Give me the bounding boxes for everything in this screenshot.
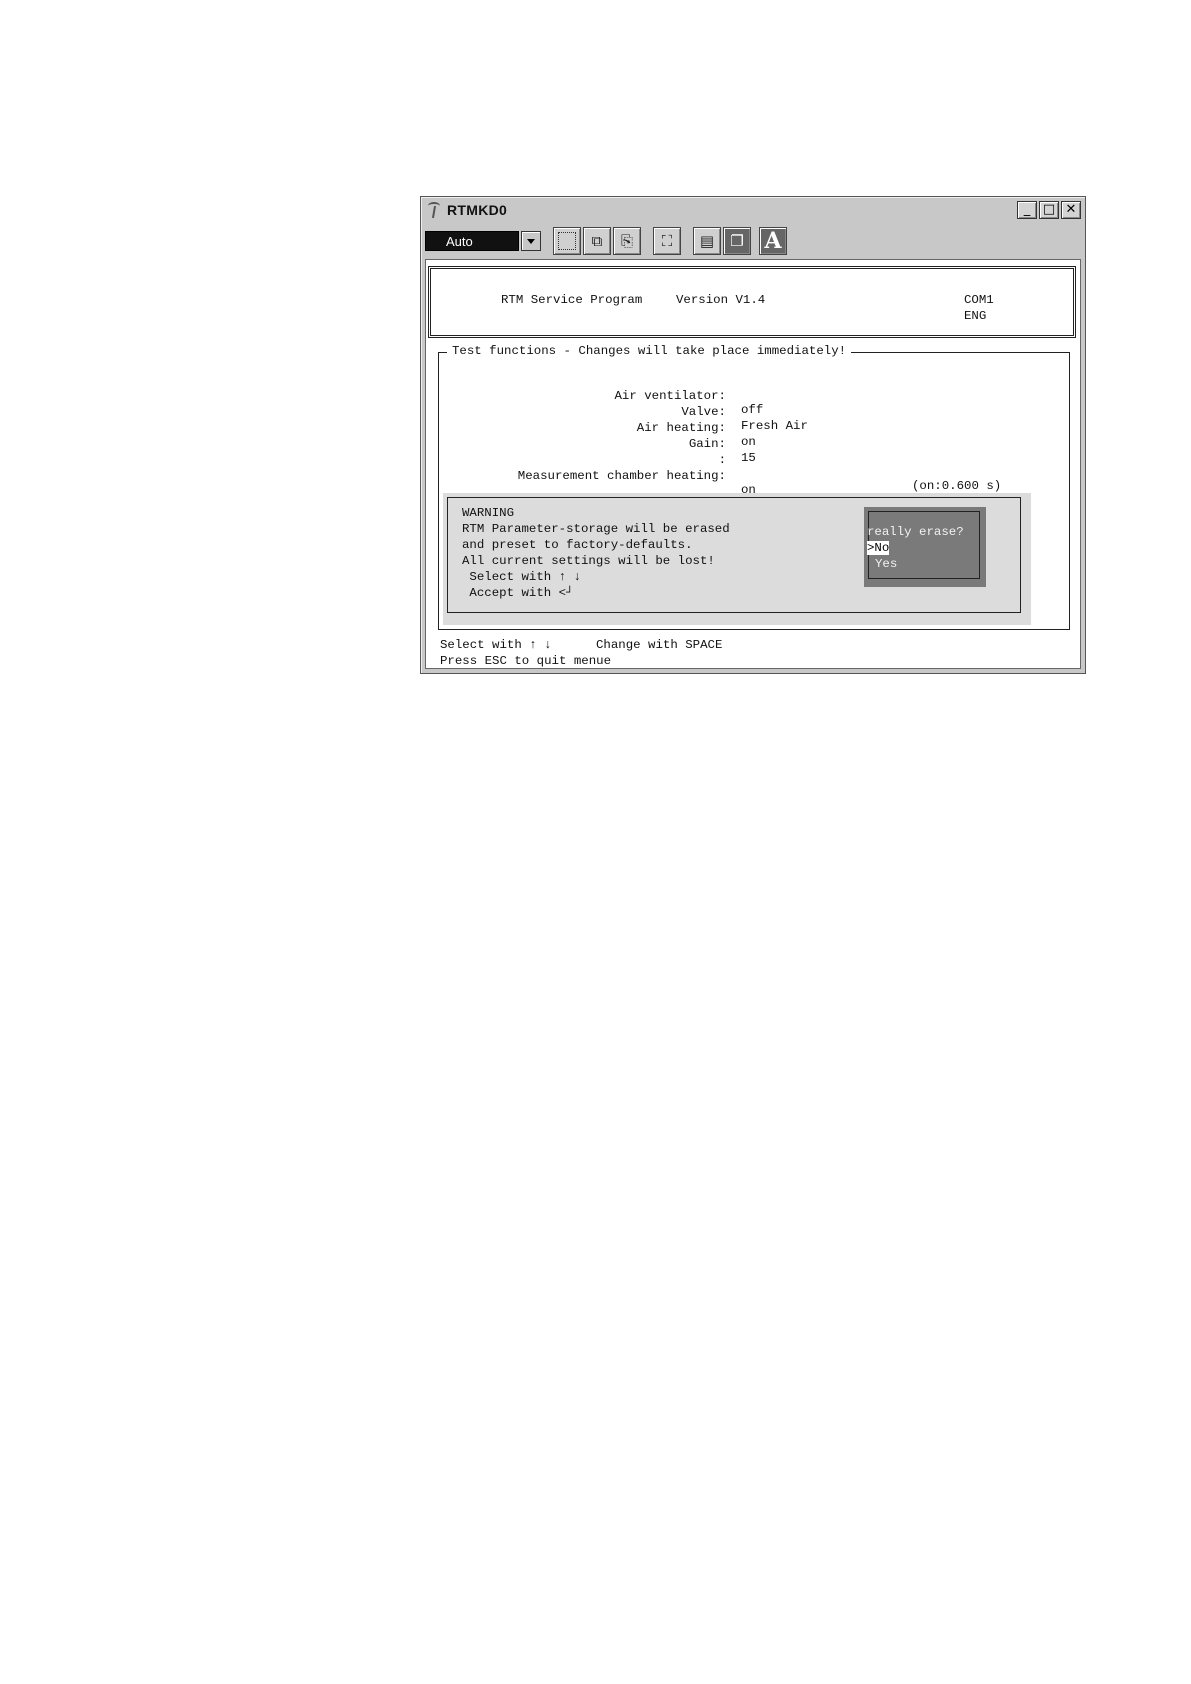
program-header: RTM Service Program Version V1.4 COM1 EN… — [430, 268, 1074, 336]
warning-line: All current settings will be lost! — [462, 554, 715, 568]
setting-label: Measurement chamber heating: — [517, 469, 726, 483]
setting-value: 15 — [741, 451, 756, 465]
clipboard-icon: ▤ — [699, 232, 715, 250]
test-functions-title: Test functions - Changes will take place… — [447, 344, 852, 358]
palm-tree-icon — [425, 201, 443, 219]
dotted-rectangle-icon — [558, 232, 576, 250]
footer-change-hint: Change with SPACE — [596, 638, 723, 652]
copy-button[interactable]: ⧉ — [583, 227, 611, 255]
toolbar: Auto ⧉ ⎘ ⛶ ▤ ❐ A — [423, 225, 1083, 257]
full-screen-button[interactable]: ⛶ — [653, 227, 681, 255]
warning-line: Select with ↑ ↓ — [462, 570, 581, 584]
setting-value: Fresh Air — [741, 419, 808, 433]
warning-dialog: WARNING RTM Parameter-storage will be er… — [443, 493, 1031, 625]
windows-icon: ❐ — [730, 232, 744, 250]
font-a-icon: A — [764, 228, 782, 254]
warning-line: and preset to factory-defaults. — [462, 538, 693, 552]
mark-button[interactable] — [553, 227, 581, 255]
test-functions-panel: Test functions - Changes will take place… — [438, 344, 1070, 630]
app-window: RTMKD0 _ □ ✕ Auto ⧉ ⎘ ⛶ ▤ ❐ A RTM Servic… — [420, 196, 1086, 674]
expand-icon: ⛶ — [661, 232, 673, 250]
close-button[interactable]: ✕ — [1061, 201, 1081, 219]
program-version: Version V1.4 — [676, 293, 766, 307]
paste-button[interactable]: ⎘ — [613, 227, 641, 255]
paste-icon: ⎘ — [620, 232, 633, 250]
chevron-down-icon[interactable] — [521, 231, 541, 251]
font-button[interactable]: A — [759, 227, 787, 255]
warning-line: RTM Parameter-storage will be erased — [462, 522, 730, 536]
program-name: RTM Service Program — [501, 293, 643, 307]
window-title: RTMKD0 — [447, 202, 508, 218]
setting-value: off — [741, 403, 764, 417]
warning-line: WARNING — [462, 506, 515, 520]
window-controls: _ □ ✕ — [1017, 201, 1081, 219]
console-screen: RTM Service Program Version V1.4 COM1 EN… — [425, 259, 1081, 669]
title-bar[interactable]: RTMKD0 _ □ ✕ — [423, 199, 1083, 221]
timing-readout: (on:0.600 s) — [912, 479, 1002, 493]
footer-select-hint: Select with ↑ ↓ — [440, 638, 552, 652]
copy-icon: ⧉ — [591, 232, 603, 250]
erase-confirm-box: really erase? >No Yes — [864, 507, 986, 587]
warning-line: Accept with <┘ — [462, 586, 574, 600]
setting-value: on — [741, 435, 756, 449]
option-yes[interactable]: Yes — [875, 557, 897, 571]
properties-button[interactable]: ▤ — [693, 227, 721, 255]
language: ENG — [964, 309, 987, 323]
minimize-button[interactable]: _ — [1017, 201, 1037, 219]
font-size-select[interactable]: Auto — [425, 230, 541, 252]
footer-quit-hint: Press ESC to quit menue — [440, 654, 612, 668]
maximize-button[interactable]: □ — [1039, 201, 1059, 219]
background-button[interactable]: ❐ — [723, 227, 751, 255]
com-port: COM1 — [964, 293, 994, 307]
font-size-value[interactable]: Auto — [425, 231, 519, 251]
erase-prompt: really erase? — [867, 525, 964, 539]
option-no[interactable]: >No — [867, 541, 890, 555]
